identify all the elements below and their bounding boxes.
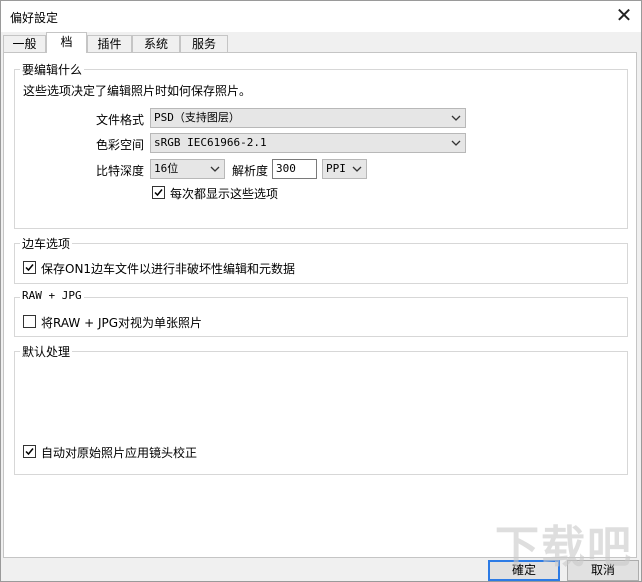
file-format-label: 文件格式 <box>95 113 144 127</box>
sidecar-group-title: 边车选项 <box>20 235 73 252</box>
tab-label: 一般 <box>12 37 37 51</box>
bit-depth-select[interactable]: 16位 <box>150 159 225 179</box>
chevron-down-icon <box>451 115 461 121</box>
title-bar: 偏好設定 ✕ <box>1 1 641 32</box>
chevron-down-icon <box>210 166 220 172</box>
resolution-unit-value: PPI <box>326 162 346 175</box>
lens-correction-checkbox[interactable] <box>23 445 36 458</box>
bit-depth-value: 16位 <box>154 162 179 175</box>
tab-file[interactable]: 档 <box>46 32 87 53</box>
close-icon[interactable]: ✕ <box>607 1 641 31</box>
save-sidecar-checkbox[interactable] <box>23 261 36 274</box>
save-sidecar-label: 保存ON1边车文件以进行非破坏性编辑和元数据 <box>41 262 296 276</box>
ok-button-label: 確定 <box>511 563 536 577</box>
file-format-select[interactable]: PSD（支持图层） <box>150 108 466 128</box>
ok-button[interactable]: 確定 <box>488 560 560 581</box>
color-space-value: sRGB IEC61966-2.1 <box>154 136 267 149</box>
cancel-button[interactable]: 取消 <box>567 560 639 581</box>
treat-single-checkbox[interactable] <box>23 315 36 328</box>
edit-group-description: 这些选项决定了编辑照片时如何保存照片。 <box>23 84 252 98</box>
show-options-checkbox[interactable] <box>152 186 165 199</box>
chevron-down-icon <box>352 166 362 172</box>
raw-jpg-group-title: RAW + JPG <box>20 289 84 302</box>
tab-label: 服务 <box>191 37 216 51</box>
checkmark-icon <box>154 189 163 197</box>
color-space-select[interactable]: sRGB IEC61966-2.1 <box>150 133 466 153</box>
show-options-label: 每次都显示这些选项 <box>170 187 279 201</box>
color-space-label: 色彩空间 <box>95 138 144 152</box>
tab-general[interactable]: 一般 <box>3 35 46 52</box>
tab-label: 档 <box>60 35 73 49</box>
lens-correction-label: 自动对原始照片应用镜头校正 <box>41 446 198 460</box>
edit-group-title: 要编辑什么 <box>20 61 85 78</box>
chevron-down-icon <box>451 140 461 146</box>
tab-panel: 要编辑什么 这些选项决定了编辑照片时如何保存照片。 文件格式 PSD（支持图层）… <box>3 52 637 558</box>
bit-depth-label: 比特深度 <box>95 164 144 178</box>
cancel-button-label: 取消 <box>590 563 615 577</box>
resolution-label: 解析度 <box>231 164 268 178</box>
tab-label: 系统 <box>143 37 168 51</box>
preferences-window: 偏好設定 ✕ 一般 档 插件 系统 服务 要编辑什么 这些选项决定了编辑照片时如… <box>0 0 642 582</box>
resolution-input[interactable]: 300 <box>272 159 317 179</box>
resolution-value: 300 <box>276 162 296 175</box>
file-format-value: PSD（支持图层） <box>154 111 240 124</box>
tab-label: 插件 <box>97 37 122 51</box>
resolution-unit-select[interactable]: PPI <box>322 159 367 179</box>
tab-system[interactable]: 系统 <box>132 35 180 52</box>
tab-plugins[interactable]: 插件 <box>87 35 132 52</box>
checkmark-icon <box>25 448 34 456</box>
checkmark-icon <box>25 264 34 272</box>
tab-services[interactable]: 服务 <box>180 35 228 52</box>
window-title: 偏好設定 <box>10 11 59 25</box>
default-processing-group-title: 默认处理 <box>20 343 73 360</box>
treat-single-label: 将RAW + JPG对视为单张照片 <box>41 316 203 330</box>
